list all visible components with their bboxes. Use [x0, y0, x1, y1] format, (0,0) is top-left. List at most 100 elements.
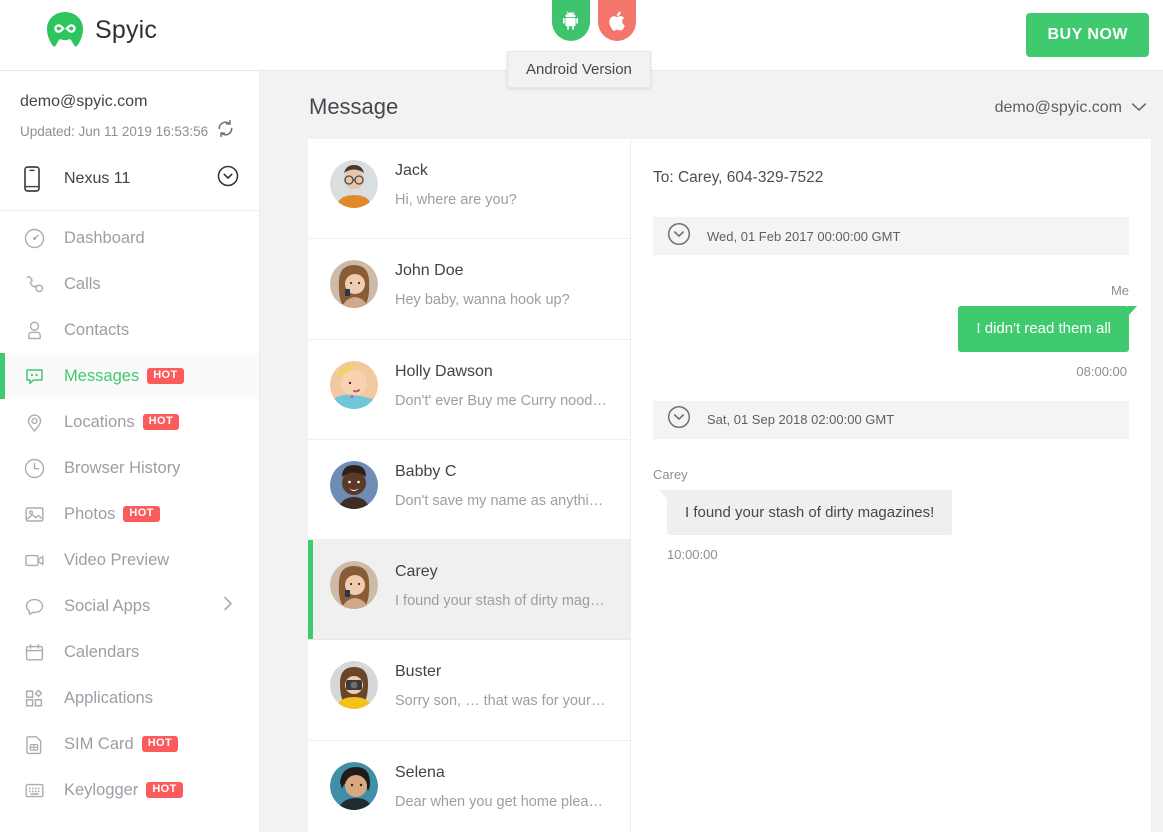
hot-badge: HOT [146, 782, 183, 798]
account-block: demo@spyic.com Updated: Jun 11 2019 16:5… [0, 71, 259, 153]
sidebar-item-applications[interactable]: Applications [0, 675, 259, 721]
thread-name: Holly Dawson [395, 362, 493, 380]
date-separator[interactable]: Sat, 01 Sep 2018 02:00:00 GMT [653, 400, 1129, 439]
sidebar-item-label: Dashboard [64, 228, 145, 247]
spyic-infinity-logo-icon [46, 11, 84, 49]
avatar [330, 561, 378, 610]
date-separator-label: Wed, 01 Feb 2017 00:00:00 GMT [707, 228, 901, 244]
applications-icon [22, 686, 46, 710]
sidebar-item-social-apps[interactable]: Social Apps [0, 583, 259, 629]
conversation-recipient: To: Carey, 604-329-7522 [653, 169, 824, 186]
sidebar-item-keylogger[interactable]: Keylogger HOT [0, 767, 259, 813]
photo-icon [22, 502, 46, 526]
apple-icon [608, 11, 626, 31]
sidebar-item-label: Social Apps [64, 596, 151, 615]
sidebar-item-label: Photos [64, 504, 116, 523]
hot-badge: HOT [147, 368, 184, 384]
chevron-down-icon[interactable] [1131, 99, 1147, 117]
messages-icon [22, 364, 46, 388]
thread-snippet: I found your stash of dirty maga… [395, 593, 607, 610]
location-pin-icon [22, 410, 46, 434]
thread-snippet: Dear when you get home please… [395, 793, 607, 810]
video-camera-icon [22, 548, 46, 572]
sidebar-item-label: Calls [64, 274, 101, 293]
hot-badge: HOT [141, 736, 179, 752]
thread-item-selected[interactable]: Carey I found your stash of dirty maga… [308, 540, 630, 641]
sidebar-updated-label: Updated: Jun 11 2019 16:53:56 [20, 123, 209, 139]
avatar [330, 160, 378, 208]
message-time: 10:00:00 [667, 547, 718, 562]
brand-logo[interactable]: Spyic [46, 11, 157, 49]
thread-name: Carey [395, 563, 438, 581]
message-outgoing: Me I didn't read them all 08:00:00 [653, 265, 1137, 379]
clock-icon [22, 456, 46, 480]
android-version-tooltip: Android Version [507, 51, 651, 88]
sidebar-item-calls[interactable]: Calls [0, 261, 259, 307]
sidebar-account-email: demo@spyic.com [20, 93, 148, 110]
sim-card-icon [22, 732, 46, 756]
avatar [330, 360, 378, 409]
chevron-down-circle-icon[interactable] [667, 405, 691, 434]
android-version-tab[interactable] [552, 0, 590, 41]
main-content: Message demo@spyic.com Jack Hi, where ar… [260, 71, 1163, 832]
thread-item[interactable]: Jack Hi, where are you? [308, 139, 630, 240]
thread-name: Jack [395, 162, 428, 179]
sidebar: demo@spyic.com Updated: Jun 11 2019 16:5… [0, 71, 260, 832]
thread-snippet: Hi, where are you? [395, 192, 517, 208]
sidebar-item-sim-card[interactable]: SIM Card HOT [0, 721, 259, 767]
phone-icon [20, 165, 44, 192]
conversation-pane: To: Carey, 604-329-7522 Wed, 01 Feb 2017… [631, 139, 1151, 832]
brand-name: Spyic [95, 15, 158, 44]
message-sender: Carey [653, 466, 688, 482]
date-separator[interactable]: Wed, 01 Feb 2017 00:00:00 GMT [653, 217, 1129, 255]
platform-tabs [552, 0, 636, 41]
thread-snippet: Don't save my name as anything… [395, 492, 607, 509]
avatar [330, 761, 378, 810]
top-bar: Spyic Android Version BUY NOW [0, 0, 1163, 88]
chevron-down-circle-icon[interactable] [667, 222, 691, 251]
hot-badge: HOT [123, 506, 160, 522]
buy-now-button[interactable]: BUY NOW [1026, 13, 1149, 57]
sidebar-item-label: Applications [64, 688, 153, 707]
sidebar-item-photos[interactable]: Photos HOT [0, 491, 259, 537]
thread-name: Selena [395, 763, 445, 781]
thread-item[interactable]: Babby C Don't save my name as anything… [308, 440, 630, 541]
message-panel: Jack Hi, where are you? John Doe Hey bab… [308, 139, 1151, 832]
message-sender: Me [1110, 283, 1129, 298]
sidebar-item-label: Messages [64, 366, 140, 385]
sidebar-item-dashboard[interactable]: Dashboard [0, 215, 259, 261]
ios-version-tab[interactable] [598, 0, 636, 41]
sidebar-item-messages[interactable]: Messages HOT [0, 353, 259, 399]
sidebar-nav: Dashboard Calls Contacts Messages HOT Lo… [0, 211, 259, 813]
spyic-dashboard: Spyic Android Version BUY NOW demo@spyic… [0, 0, 1163, 832]
thread-item[interactable]: Selena Dear when you get home please… [308, 741, 630, 832]
sidebar-item-label: Locations [64, 412, 135, 431]
sidebar-item-contacts[interactable]: Contacts [0, 307, 259, 353]
calendar-icon [22, 640, 46, 664]
thread-name: Babby C [395, 462, 457, 480]
contacts-icon [22, 318, 46, 342]
avatar [330, 460, 378, 509]
device-name: Nexus 11 [64, 169, 131, 187]
thread-snippet: Sorry son, … that was for your d… [395, 693, 607, 710]
sidebar-item-label: Contacts [64, 320, 130, 339]
thread-list[interactable]: Jack Hi, where are you? John Doe Hey bab… [308, 139, 631, 832]
sidebar-item-calendars[interactable]: Calendars [0, 629, 259, 675]
thread-name: John Doe [395, 262, 464, 280]
dashboard-icon [22, 226, 46, 250]
page-title: Message [309, 94, 399, 119]
sidebar-item-browser-history[interactable]: Browser History [0, 445, 259, 491]
chevron-down-circle-icon[interactable] [217, 165, 239, 192]
thread-item[interactable]: Buster Sorry son, … that was for your d… [308, 640, 630, 741]
message-time: 08:00:00 [1076, 363, 1127, 379]
chevron-right-icon[interactable] [223, 596, 233, 617]
thread-item[interactable]: Holly Dawson Don't' ever Buy me Curry no… [308, 340, 630, 440]
date-separator-label: Sat, 01 Sep 2018 02:00:00 GMT [707, 412, 895, 427]
refresh-icon[interactable] [216, 119, 235, 143]
message-incoming: Carey I found your stash of dirty magazi… [653, 449, 1129, 562]
sidebar-item-video-preview[interactable]: Video Preview [0, 537, 259, 583]
sidebar-item-locations[interactable]: Locations HOT [0, 399, 259, 445]
account-menu[interactable]: demo@spyic.com [995, 99, 1147, 117]
device-selector[interactable]: Nexus 11 [0, 153, 259, 211]
thread-item[interactable]: John Doe Hey baby, wanna hook up? [308, 239, 630, 340]
